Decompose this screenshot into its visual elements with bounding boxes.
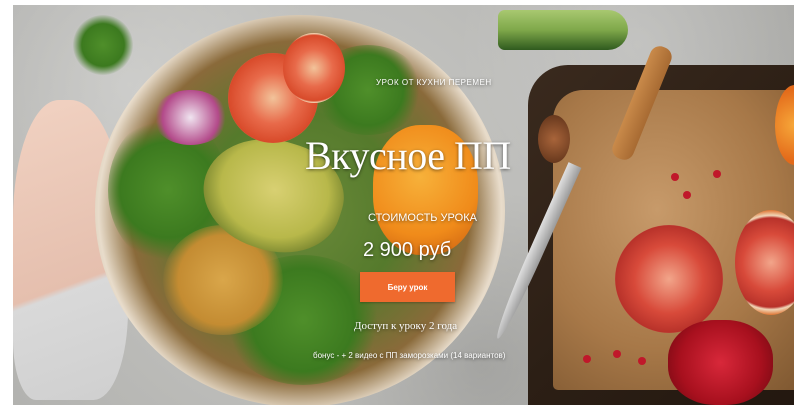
bonus-text: бонус - + 2 видео с ПП заморозками (14 в… (313, 351, 506, 360)
hero-overlay: УРОК ОТ КУХНИ ПЕРЕМЕН Вкусное ПП СТОИМОС… (13, 5, 794, 405)
page: УРОК ОТ КУХНИ ПЕРЕМЕН Вкусное ПП СТОИМОС… (0, 0, 800, 409)
price-value: 2 900 руб (363, 239, 452, 261)
buy-lesson-button[interactable]: Беру урок (360, 272, 455, 302)
access-duration-text: Доступ к уроку 2 года (354, 320, 458, 332)
price-label: СТОИМОСТЬ УРОКА (368, 212, 477, 224)
page-title: Вкусное ПП (305, 133, 511, 178)
eyebrow-text: УРОК ОТ КУХНИ ПЕРЕМЕН (376, 78, 492, 87)
